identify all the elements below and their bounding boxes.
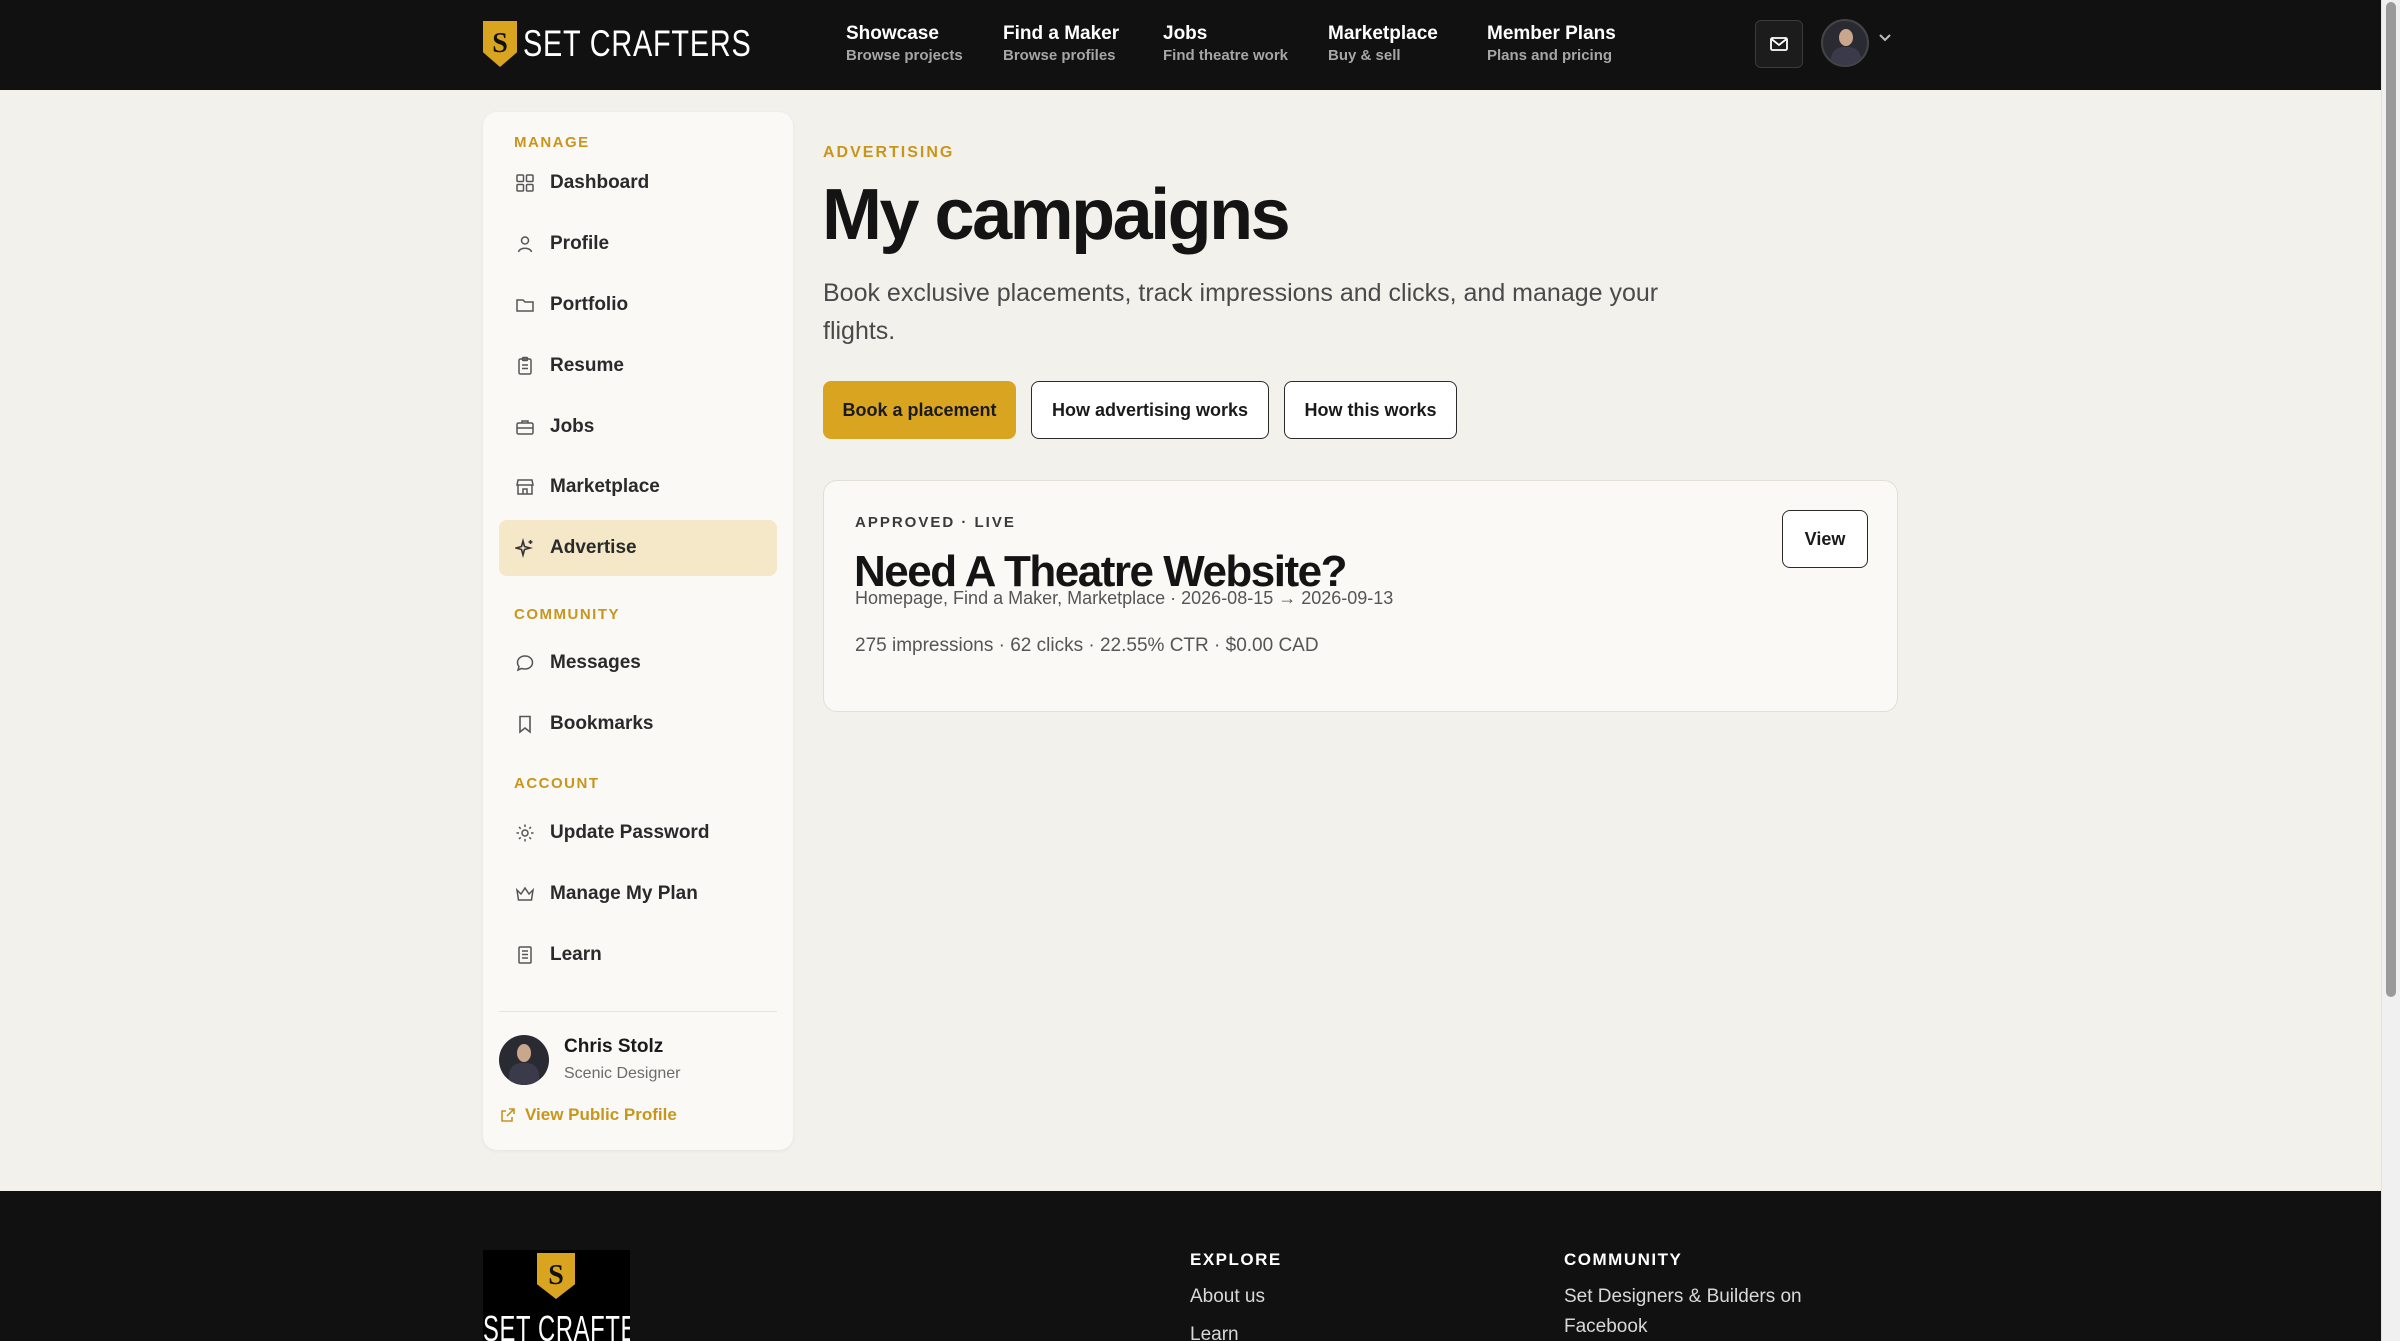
sidebar-item-label: Jobs — [550, 416, 595, 437]
sidebar-item-label: Marketplace — [550, 476, 660, 497]
footer-logo-shield-icon: S — [537, 1253, 575, 1299]
nav-marketplace[interactable]: Marketplace Buy & sell — [1328, 22, 1438, 66]
view-public-profile-link[interactable]: View Public Profile — [500, 1105, 677, 1125]
sidebar-item-portfolio[interactable]: Portfolio — [499, 277, 777, 333]
scrollbar-thumb[interactable] — [2386, 2, 2396, 997]
page-title: My campaigns — [822, 175, 1291, 255]
settings-icon — [516, 824, 534, 842]
sidebar-item-jobs[interactable]: Jobs — [499, 399, 777, 455]
account-sidebar: MANAGE Dashboard Profile Portfolio Resum… — [483, 112, 793, 1150]
book-icon — [518, 946, 532, 964]
book-placement-button[interactable]: Book a placement — [823, 381, 1016, 439]
external-link-icon — [501, 1108, 515, 1122]
footer-link-learn[interactable]: Learn — [1190, 1320, 1239, 1341]
messages-button[interactable] — [1755, 20, 1803, 68]
store-icon — [516, 479, 534, 495]
nav-member-plans[interactable]: Member Plans Plans and pricing — [1487, 22, 1616, 66]
mail-icon — [1770, 37, 1788, 51]
section-label-manage: MANAGE — [514, 134, 590, 151]
user-role: Scenic Designer — [564, 1065, 681, 1082]
avatar-head — [517, 1044, 531, 1062]
sidebar-item-label: Portfolio — [550, 294, 629, 315]
avatar-head — [1839, 29, 1853, 46]
nav-showcase-title: Showcase — [846, 23, 939, 44]
campaign-status-badge: APPROVED · LIVE — [855, 514, 1016, 531]
user-icon — [517, 236, 533, 253]
sidebar-item-label: Advertise — [550, 537, 637, 558]
user-name: Chris Stolz — [564, 1036, 664, 1057]
footer-heading-community: COMMUNITY — [1564, 1250, 1683, 1269]
grid-icon — [516, 174, 534, 192]
footer-heading-explore: EXPLORE — [1190, 1250, 1282, 1269]
nav-jobs[interactable]: Jobs Find theatre work — [1163, 22, 1288, 66]
avatar-body — [1831, 47, 1861, 65]
nav-jobs-title: Jobs — [1163, 23, 1208, 44]
sidebar-item-resume[interactable]: Resume — [499, 338, 777, 394]
user-avatar — [499, 1035, 549, 1085]
campaign-card: APPROVED · LIVE Need A Theatre Website? … — [823, 480, 1898, 712]
nav-marketplace-title: Marketplace — [1328, 23, 1438, 44]
sidebar-item-messages[interactable]: Messages — [499, 635, 777, 691]
footer-logo-text: SET CRAFTERS — [483, 1308, 630, 1341]
page-description: Book exclusive placements, track impress… — [823, 279, 1659, 345]
how-this-works-button[interactable]: How this works — [1284, 381, 1457, 439]
avatar-body — [509, 1063, 539, 1085]
sidebar-item-advertise[interactable]: Advertise — [499, 520, 777, 576]
sidebar-item-dashboard[interactable]: Dashboard — [499, 155, 777, 211]
nav-showcase-subtitle: Browse projects — [846, 47, 963, 64]
section-label-community: COMMUNITY — [514, 606, 620, 623]
view-public-profile-label: View Public Profile — [525, 1105, 677, 1124]
nav-member-plans-title: Member Plans — [1487, 23, 1616, 44]
sidebar-item-label: Messages — [550, 652, 641, 673]
nav-find-a-maker[interactable]: Find a Maker Browse profiles — [1003, 22, 1119, 66]
sidebar-item-label: Dashboard — [550, 172, 650, 193]
crown-icon — [515, 886, 535, 901]
folder-icon — [516, 299, 534, 312]
how-advertising-works-button[interactable]: How advertising works — [1031, 381, 1269, 439]
sidebar-item-manage-my-plan[interactable]: Manage My Plan — [499, 866, 777, 922]
sidebar-item-learn[interactable]: Learn — [499, 927, 777, 983]
nav-marketplace-subtitle: Buy & sell — [1328, 47, 1401, 64]
chat-icon — [516, 655, 534, 672]
footer-link-about-us[interactable]: About us — [1190, 1282, 1265, 1312]
campaign-meta: Homepage, Find a Maker, Marketplace · 20… — [855, 588, 1394, 608]
footer-logo-mark: S — [548, 1260, 564, 1291]
campaign-stats: 275 impressions · 62 clicks · 22.55% CTR… — [855, 635, 1319, 656]
sidebar-item-label: Bookmarks — [550, 713, 654, 734]
top-navigation-bar: S SET CRAFTERS Showcase Browse projects … — [0, 0, 2381, 90]
nav-jobs-subtitle: Find theatre work — [1163, 47, 1289, 64]
bookmark-icon — [519, 715, 531, 734]
sidebar-item-label: Profile — [550, 233, 610, 254]
logo-shield-icon: S — [483, 21, 517, 67]
site-footer: S SET CRAFTERS EXPLORE About us Learn CO… — [0, 1191, 2381, 1341]
sidebar-item-label: Learn — [550, 944, 602, 965]
clipboard-icon — [518, 356, 532, 375]
sidebar-item-bookmarks[interactable]: Bookmarks — [499, 696, 777, 752]
logo-text: SET CRAFTERS — [523, 23, 752, 64]
sidebar-item-profile[interactable]: Profile — [499, 216, 777, 272]
briefcase-icon — [516, 420, 534, 435]
nav-find-a-maker-subtitle: Browse profiles — [1003, 47, 1116, 64]
footer-logo[interactable]: S SET CRAFTERS — [483, 1250, 630, 1341]
sparkles-icon — [515, 538, 534, 558]
view-campaign-button[interactable]: View — [1782, 510, 1868, 568]
footer-link-facebook-group[interactable]: Set Designers & Builders on Facebook — [1564, 1282, 1864, 1341]
user-avatar-button[interactable] — [1821, 19, 1869, 67]
sidebar-item-label: Manage My Plan — [550, 883, 698, 904]
section-label-account: ACCOUNT — [514, 775, 600, 792]
nav-showcase[interactable]: Showcase Browse projects — [846, 22, 963, 66]
chevron-down-icon[interactable] — [1878, 33, 1892, 43]
sidebar-item-marketplace[interactable]: Marketplace — [499, 459, 777, 515]
sidebar-divider — [499, 1011, 777, 1012]
sidebar-item-label: Resume — [550, 355, 624, 376]
sidebar-item-label: Update Password — [550, 822, 710, 843]
page-eyebrow: ADVERTISING — [823, 144, 955, 161]
site-logo[interactable]: S SET CRAFTERS — [483, 20, 816, 68]
logo-mark: S — [492, 28, 508, 59]
nav-find-a-maker-title: Find a Maker — [1003, 23, 1120, 44]
nav-member-plans-subtitle: Plans and pricing — [1487, 47, 1613, 64]
sidebar-item-update-password[interactable]: Update Password — [499, 805, 777, 861]
